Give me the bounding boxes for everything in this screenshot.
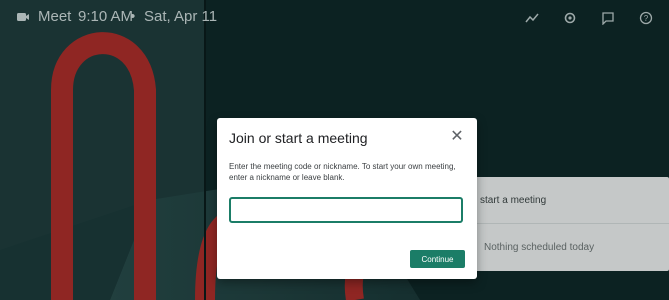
dialog-description: Enter the meeting code or nickname. To s… xyxy=(229,162,456,182)
meeting-code-input[interactable] xyxy=(229,197,463,223)
close-button[interactable]: ✕ xyxy=(447,126,467,146)
join-meeting-dialog: Join or start a meeting ✕ Enter the meet… xyxy=(217,118,477,279)
dialog-title: Join or start a meeting xyxy=(229,130,368,146)
continue-button[interactable]: Continue xyxy=(410,250,465,268)
close-icon: ✕ xyxy=(450,128,464,145)
